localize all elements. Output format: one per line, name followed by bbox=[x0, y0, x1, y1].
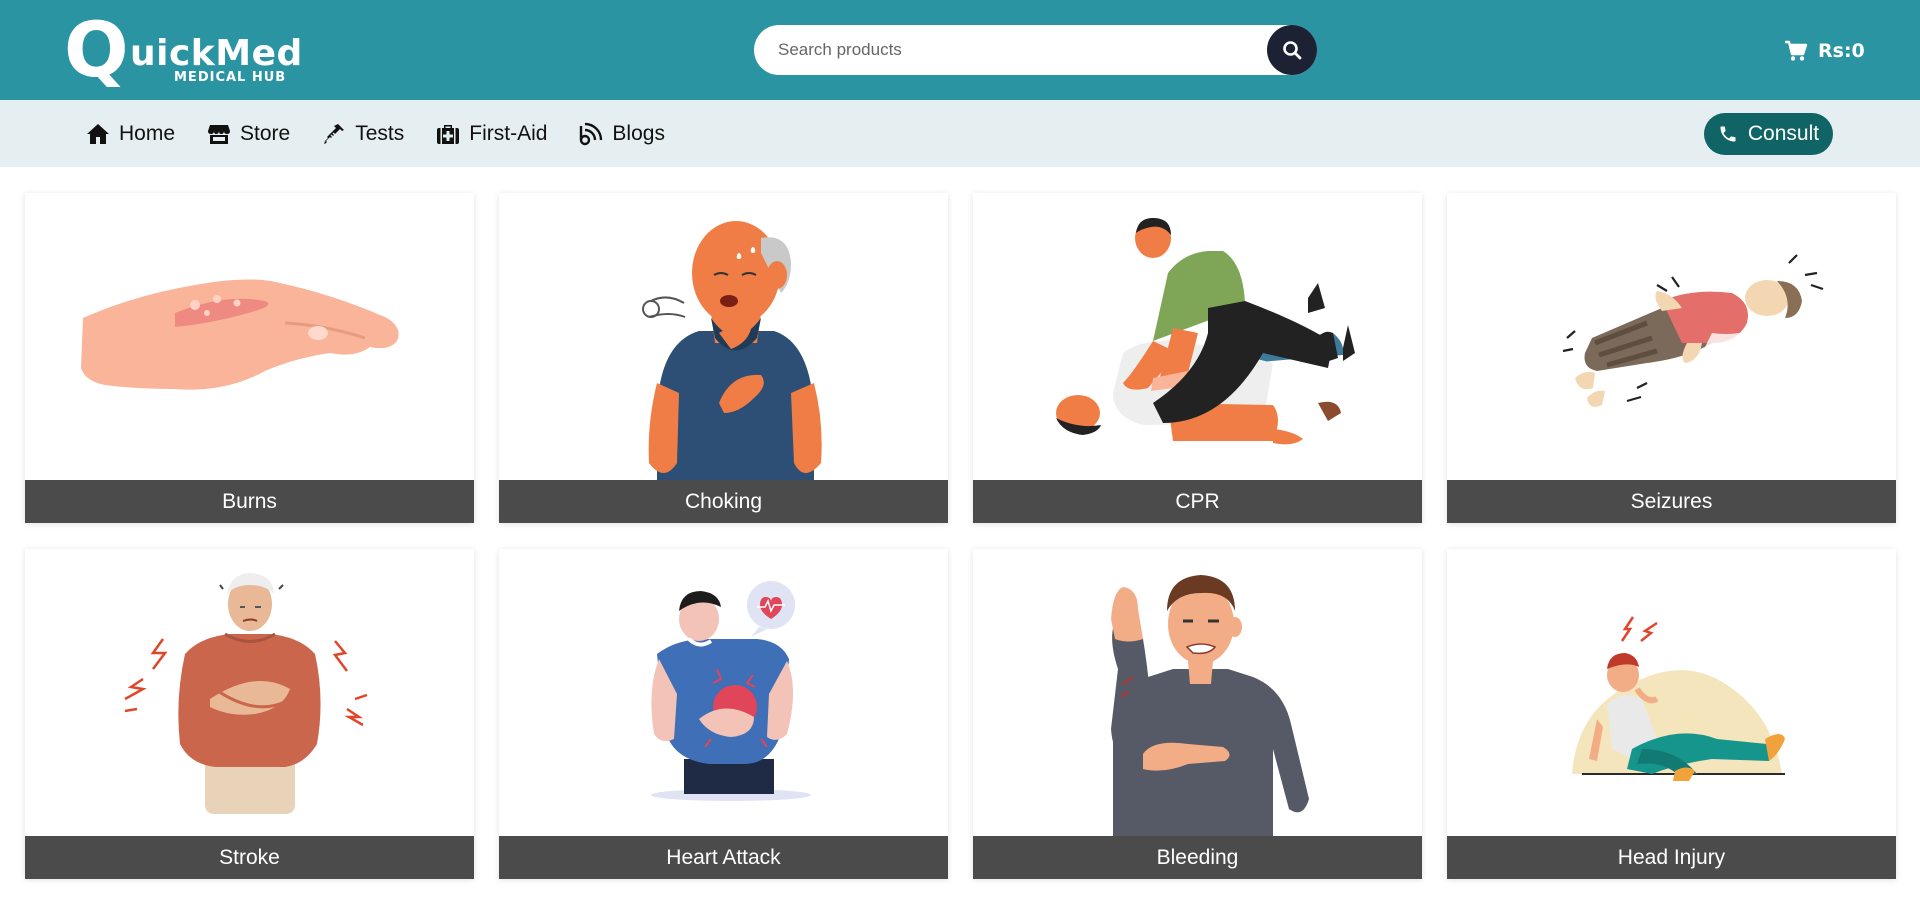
logo-q-letter: Q bbox=[64, 5, 129, 94]
nav-item-store[interactable]: Store bbox=[207, 122, 290, 146]
search-bar bbox=[754, 25, 1317, 75]
store-icon bbox=[208, 124, 231, 144]
card-bleeding[interactable]: Bleeding bbox=[973, 549, 1422, 879]
search-icon bbox=[1283, 41, 1302, 60]
card-title: Bleeding bbox=[973, 836, 1422, 879]
top-header: Q uickMed MEDICAL HUB Rs:0 bbox=[0, 0, 1920, 100]
nav-bar: Home Store Tests First-Aid Blogs bbox=[0, 100, 1920, 167]
bleeding-illustration bbox=[973, 549, 1422, 836]
first-aid-kit-icon bbox=[437, 124, 460, 144]
card-title: Seizures bbox=[1447, 480, 1896, 523]
card-cpr[interactable]: CPR bbox=[973, 193, 1422, 523]
logo-word: uickMed bbox=[130, 33, 303, 74]
heart-attack-illustration bbox=[499, 549, 948, 836]
card-stroke[interactable]: Stroke bbox=[25, 549, 474, 879]
burns-illustration bbox=[25, 193, 474, 480]
nav-item-first-aid[interactable]: First-Aid bbox=[436, 122, 547, 146]
search-button[interactable] bbox=[1267, 25, 1317, 75]
blog-feed-icon bbox=[580, 122, 603, 145]
nav-item-label: Blogs bbox=[612, 121, 665, 145]
cpr-illustration bbox=[973, 193, 1422, 480]
first-aid-grid: Burns Choking CPR Seizures Stroke Heart … bbox=[25, 193, 1896, 879]
seizures-illustration bbox=[1447, 193, 1896, 480]
stroke-illustration bbox=[25, 549, 474, 836]
card-head-injury[interactable]: Head Injury bbox=[1447, 549, 1896, 879]
nav-item-label: Store bbox=[240, 121, 291, 145]
nav-item-tests[interactable]: Tests bbox=[322, 122, 404, 146]
card-title: Heart Attack bbox=[499, 836, 948, 879]
card-seizures[interactable]: Seizures bbox=[1447, 193, 1896, 523]
search-input[interactable] bbox=[778, 25, 1248, 75]
syringe-icon bbox=[324, 123, 345, 144]
phone-icon bbox=[1720, 126, 1736, 142]
nav-item-home[interactable]: Home bbox=[86, 122, 175, 146]
main-nav: Home Store Tests First-Aid Blogs bbox=[86, 100, 665, 167]
nav-item-label: Tests bbox=[355, 121, 405, 145]
cart[interactable]: Rs:0 bbox=[1784, 36, 1865, 66]
card-title: Head Injury bbox=[1447, 836, 1896, 879]
card-heart-attack[interactable]: Heart Attack bbox=[499, 549, 948, 879]
home-icon bbox=[87, 123, 109, 144]
head-injury-illustration bbox=[1447, 549, 1896, 836]
choking-illustration bbox=[499, 193, 948, 480]
cart-icon bbox=[1785, 40, 1808, 61]
card-choking[interactable]: Choking bbox=[499, 193, 948, 523]
nav-item-label: First-Aid bbox=[469, 121, 548, 145]
card-title: Stroke bbox=[25, 836, 474, 879]
card-title: CPR bbox=[973, 480, 1422, 523]
logo[interactable]: Q uickMed MEDICAL HUB bbox=[64, 5, 302, 94]
consult-label: Consult bbox=[1747, 122, 1820, 145]
card-title: Choking bbox=[499, 480, 948, 523]
consult-button[interactable]: Consult bbox=[1704, 113, 1833, 155]
card-burns[interactable]: Burns bbox=[25, 193, 474, 523]
logo-subtitle: MEDICAL HUB bbox=[174, 70, 287, 85]
nav-item-blogs[interactable]: Blogs bbox=[579, 122, 665, 146]
nav-item-label: Home bbox=[119, 121, 176, 145]
cart-amount: Rs:0 bbox=[1818, 40, 1865, 62]
card-title: Burns bbox=[25, 480, 474, 523]
